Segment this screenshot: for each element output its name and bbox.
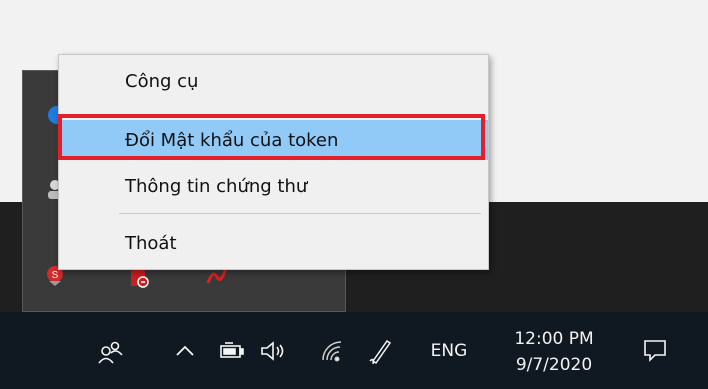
chevron-up-icon[interactable] — [172, 338, 198, 364]
menu-item-change-token-password[interactable]: Đổi Mật khẩu của token — [59, 120, 488, 160]
clock-date: 9/7/2020 — [515, 355, 593, 375]
speaker-icon[interactable] — [258, 338, 290, 364]
clock[interactable]: 12:00 PM 9/7/2020 — [494, 326, 614, 378]
notification-icon[interactable] — [640, 334, 670, 366]
menu-separator — [119, 213, 481, 214]
battery-icon[interactable] — [218, 338, 246, 364]
people-icon[interactable] — [96, 338, 124, 366]
taskbar: ENG 12:00 PM 9/7/2020 — [0, 312, 708, 389]
language-indicator[interactable]: ENG — [424, 338, 474, 364]
context-menu: Công cụ Đổi Mật khẩu của token Thông tin… — [58, 54, 489, 270]
menu-item-exit[interactable]: Thoát — [59, 223, 488, 263]
desktop: S ENG 12:00 PM 9/7/2020 Công cụ Đổi Mật … — [0, 0, 708, 389]
menu-item-tools[interactable]: Công cụ — [59, 61, 488, 101]
svg-text:S: S — [52, 270, 59, 281]
menu-item-certificate-info[interactable]: Thông tin chứng thư — [59, 166, 488, 206]
clock-time: 12:00 PM — [514, 329, 594, 349]
wifi-icon[interactable] — [318, 338, 346, 364]
pen-icon[interactable] — [366, 336, 394, 366]
